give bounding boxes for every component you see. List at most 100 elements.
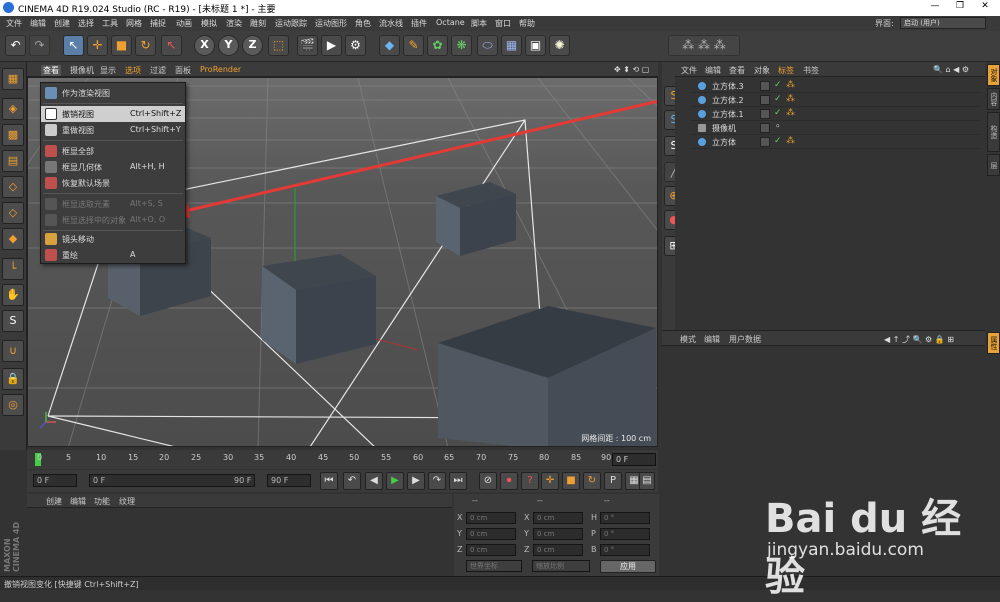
- y-axis-lock-button[interactable]: Y: [218, 35, 239, 56]
- interface-layout-select[interactable]: 启动 (用户): [900, 17, 986, 29]
- close-button[interactable]: ✕: [975, 1, 995, 14]
- material-manager-area[interactable]: [27, 508, 452, 576]
- apply-button[interactable]: 应用: [600, 560, 656, 573]
- om-search-icon[interactable]: 🔍 ⌂ ◀ ⚙: [933, 65, 969, 74]
- light-icon[interactable]: ✺: [549, 35, 570, 56]
- texture-mode-icon[interactable]: ▩: [2, 124, 24, 146]
- enabled-check-icon[interactable]: ✓: [774, 136, 782, 146]
- menu-edit[interactable]: 编辑: [30, 18, 46, 29]
- om-menu-tags[interactable]: 标签: [778, 65, 794, 76]
- size-x-field[interactable]: 0 cm: [533, 512, 583, 524]
- position-x-field[interactable]: 0 cm: [466, 512, 516, 524]
- om-menu-bookmarks[interactable]: 书签: [803, 65, 819, 76]
- size-y-field[interactable]: 0 cm: [533, 528, 583, 540]
- om-menu-edit[interactable]: 编辑: [705, 65, 721, 76]
- play-icon[interactable]: ▶: [386, 472, 404, 490]
- menu-mesh[interactable]: 网格: [126, 18, 142, 29]
- rotation-h-field[interactable]: 0 °: [600, 512, 650, 524]
- x-axis-lock-button[interactable]: X: [194, 35, 215, 56]
- visibility-toggle[interactable]: [760, 109, 770, 119]
- menu-sculpt[interactable]: 雕刻: [250, 18, 266, 29]
- render-settings-icon[interactable]: ⚙: [345, 35, 366, 56]
- side-tab-structure[interactable]: 构造: [987, 112, 1000, 152]
- snap-tools-icon[interactable]: ⁂ ⁂ ⁂: [668, 35, 740, 56]
- menu-file[interactable]: 文件: [6, 18, 22, 29]
- enabled-check-icon[interactable]: ✓: [774, 94, 782, 104]
- prev-frame-icon[interactable]: ◀: [365, 472, 383, 490]
- pen-spline-icon[interactable]: ✎: [403, 35, 424, 56]
- subdivision-icon[interactable]: ✿: [427, 35, 448, 56]
- next-keyframe-icon[interactable]: ↷: [428, 472, 446, 490]
- workplane-icon[interactable]: ▤: [2, 150, 24, 172]
- z-axis-lock-button[interactable]: Z: [242, 35, 263, 56]
- menu-item-redraw[interactable]: 重绘 A: [41, 247, 185, 263]
- cloner-icon[interactable]: ❋: [451, 35, 472, 56]
- scale-mode-select[interactable]: 缩放比例: [532, 560, 590, 572]
- object-row[interactable]: 立方体.2 ✓ ⁂: [690, 94, 980, 107]
- visibility-toggle[interactable]: [760, 123, 770, 133]
- solo-icon[interactable]: ◎: [2, 394, 24, 416]
- menu-plugins[interactable]: 插件: [411, 18, 427, 29]
- end-frame-field[interactable]: 90 F: [267, 474, 311, 487]
- menu-help[interactable]: 帮助: [519, 18, 535, 29]
- phong-tag-icon[interactable]: ⁂: [786, 136, 795, 146]
- next-frame-icon[interactable]: ▶: [407, 472, 425, 490]
- visibility-toggle[interactable]: [760, 81, 770, 91]
- points-mode-icon[interactable]: ◇: [2, 176, 24, 198]
- material-tab-edit[interactable]: 编辑: [70, 496, 86, 507]
- phong-tag-icon[interactable]: ⁂: [786, 94, 795, 104]
- key-scale-icon[interactable]: ■: [562, 472, 580, 490]
- menu-item-redo-view[interactable]: 重做视图 Ctrl+Shift+Y: [41, 122, 185, 138]
- deformer-icon[interactable]: ⬭: [477, 35, 498, 56]
- enabled-check-icon[interactable]: ✓: [774, 80, 782, 90]
- floor-icon[interactable]: ▦: [501, 35, 522, 56]
- timeline-window-icon[interactable]: ▤: [639, 472, 655, 490]
- magnet-icon[interactable]: ∪: [2, 340, 24, 362]
- undo-icon[interactable]: ↶: [5, 35, 26, 56]
- tweak-mode-icon[interactable]: ✋: [2, 284, 24, 306]
- menu-item-camera-move[interactable]: 镜头移动: [41, 231, 185, 247]
- record-keys-icon[interactable]: ⊘: [479, 472, 497, 490]
- am-navigation-icons[interactable]: ◀ ↑ ⤴ 🔍 ⚙ 🔒 ⊞: [884, 334, 954, 345]
- current-frame-field[interactable]: 0 F: [612, 453, 656, 466]
- camera-tag-icon[interactable]: ⚬: [774, 122, 782, 132]
- model-mode-icon[interactable]: ▦: [2, 68, 24, 90]
- menu-tools[interactable]: 工具: [102, 18, 118, 29]
- menu-animate[interactable]: 动画: [176, 18, 192, 29]
- side-tab-attributes[interactable]: 属性: [987, 332, 1000, 354]
- viewport-tab-options[interactable]: 选项: [125, 65, 141, 76]
- viewport-tab-view[interactable]: 查看: [41, 65, 61, 76]
- live-selection-icon[interactable]: ↖: [63, 35, 84, 56]
- menu-script[interactable]: 脚本: [471, 18, 487, 29]
- position-z-field[interactable]: 0 cm: [466, 544, 516, 556]
- om-menu-view[interactable]: 查看: [729, 65, 745, 76]
- visibility-toggle[interactable]: [760, 95, 770, 105]
- redo-icon[interactable]: ↷: [29, 35, 50, 56]
- axis-mode-icon[interactable]: └: [2, 258, 24, 280]
- rotation-p-field[interactable]: 0 °: [600, 528, 650, 540]
- menu-item-undo-view[interactable]: 撤销视图 Ctrl+Shift+Z: [41, 106, 185, 122]
- size-z-field[interactable]: 0 cm: [533, 544, 583, 556]
- menu-create[interactable]: 创建: [54, 18, 70, 29]
- render-view-icon[interactable]: 🎬: [297, 35, 318, 56]
- prev-keyframe-icon[interactable]: ↶: [343, 472, 361, 490]
- polygons-mode-icon[interactable]: ◆: [2, 228, 24, 250]
- key-parameter-icon[interactable]: P: [604, 472, 622, 490]
- viewport-tab-display[interactable]: 显示: [100, 65, 116, 76]
- phong-tag-icon[interactable]: ⁂: [786, 108, 795, 118]
- coordinate-space-select[interactable]: 世界坐标: [466, 560, 522, 572]
- viewport-navigation-icons[interactable]: ✥ ⬍ ⟲ ▢: [614, 65, 649, 74]
- enabled-check-icon[interactable]: ✓: [774, 108, 782, 118]
- am-menu-edit[interactable]: 编辑: [704, 334, 720, 345]
- menu-select[interactable]: 选择: [78, 18, 94, 29]
- maximize-button[interactable]: ❐: [950, 1, 970, 14]
- go-to-end-icon[interactable]: ⏭: [449, 472, 467, 490]
- side-tab-layers[interactable]: 层: [987, 154, 1000, 176]
- preview-range-slider[interactable]: 0 F: [89, 474, 255, 487]
- menu-character[interactable]: 角色: [355, 18, 371, 29]
- scale-icon[interactable]: ■: [111, 35, 132, 56]
- menu-render[interactable]: 渲染: [226, 18, 242, 29]
- render-picture-viewer-icon[interactable]: ▶: [321, 35, 342, 56]
- menu-snap[interactable]: 捕捉: [150, 18, 166, 29]
- side-tab-objects[interactable]: 对象: [987, 64, 1000, 86]
